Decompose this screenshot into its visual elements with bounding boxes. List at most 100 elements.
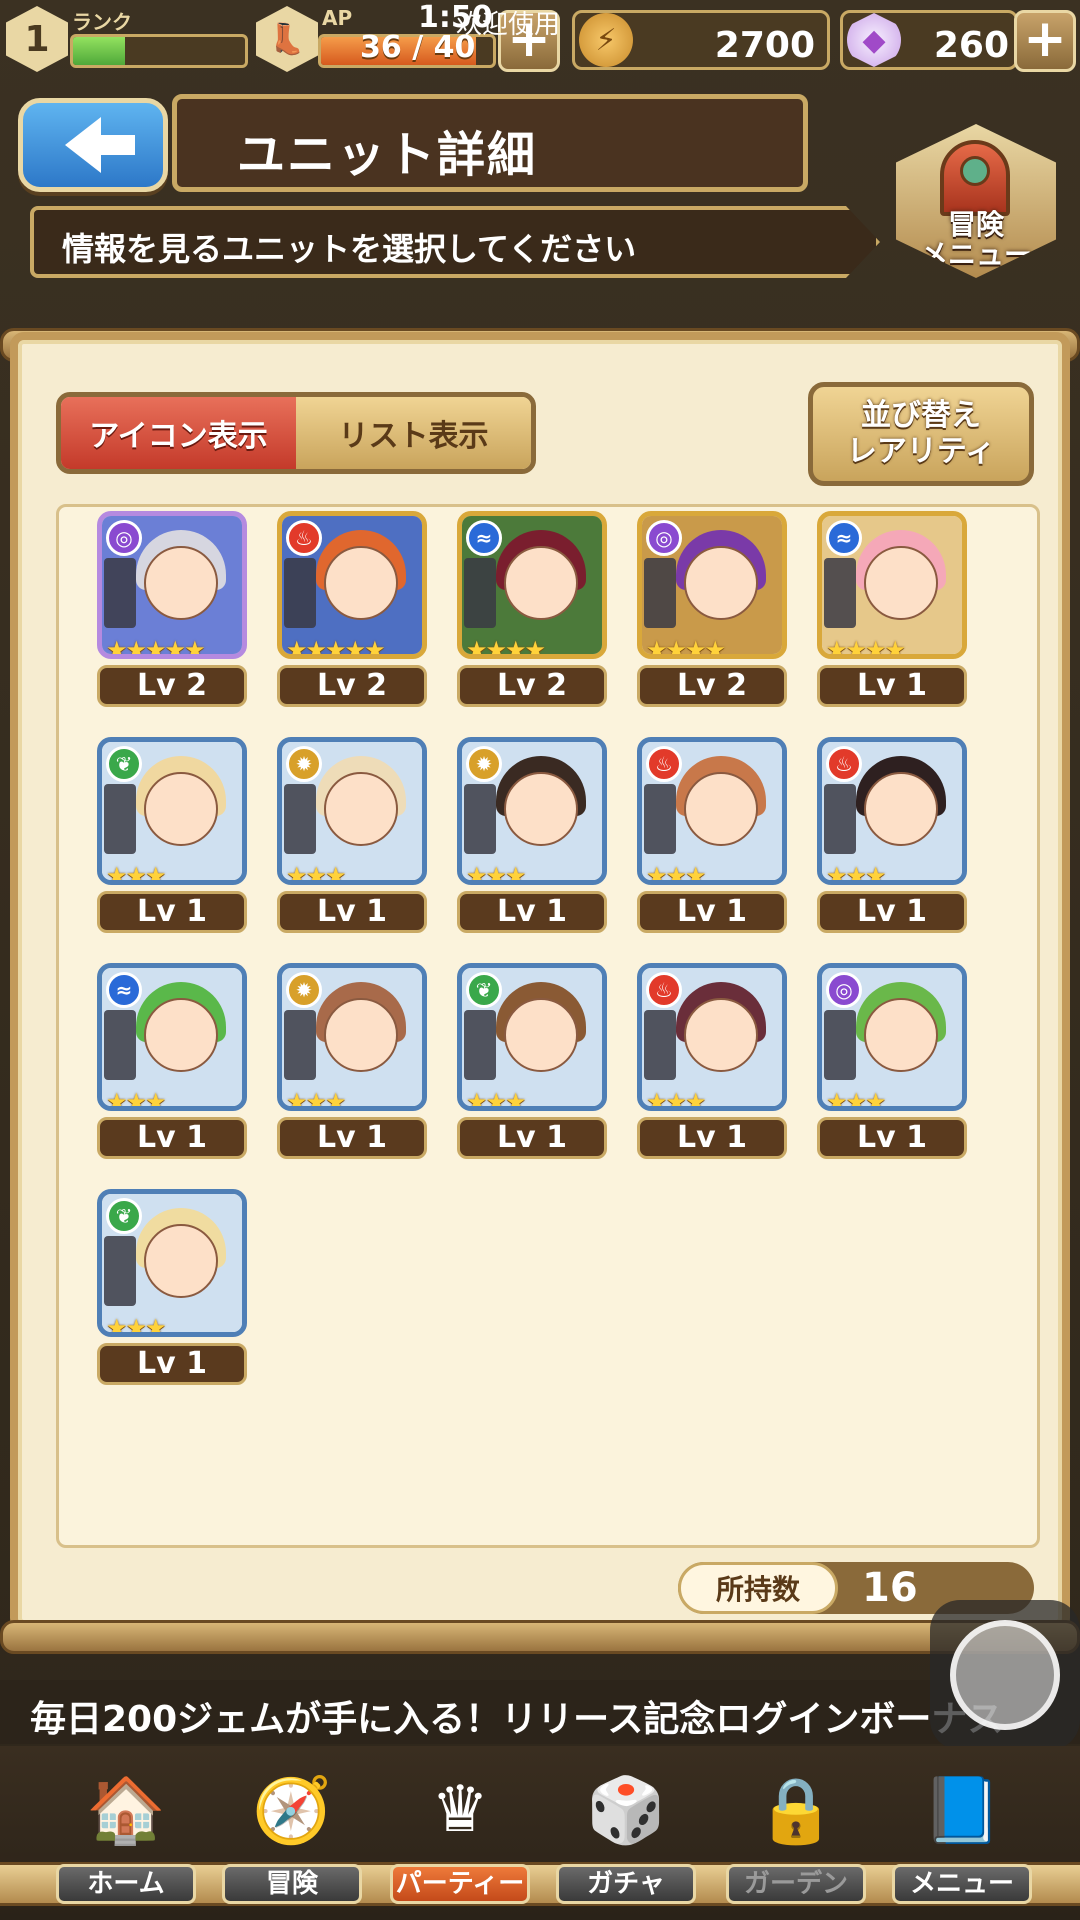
unit-card[interactable]: ♨ ★★★ Lv 1: [637, 963, 787, 1159]
owned-count-label: 所持数: [678, 1562, 838, 1614]
rarity-stars: ★★★: [106, 1088, 167, 1111]
unit-portrait: ≈ ★★★★: [817, 511, 967, 659]
unit-card[interactable]: ◎ ★★★★ Lv 2: [637, 511, 787, 707]
weapon-type-icon: [644, 1010, 676, 1080]
unit-level: Lv 1: [97, 1343, 247, 1385]
unit-card[interactable]: ◎ ★★★ Lv 1: [817, 963, 967, 1159]
back-button[interactable]: [18, 98, 168, 192]
character-face: [684, 772, 758, 846]
unit-level: Lv 1: [97, 1117, 247, 1159]
adventure-menu-button[interactable]: 冒険 メニュー: [896, 124, 1056, 278]
nav-item-5[interactable]: 📘 メニュー: [882, 1746, 1042, 1920]
door-window: [960, 156, 990, 186]
gem-add-button[interactable]: +: [1014, 10, 1076, 72]
gem-amount: 260: [933, 25, 1009, 66]
ap-boot-icon: 👢: [256, 6, 318, 72]
weapon-type-icon: [104, 784, 136, 854]
rarity-stars: ★★★: [106, 862, 167, 885]
gem-icon: ◆: [847, 13, 901, 67]
character-face: [504, 998, 578, 1072]
rarity-stars: ★★★★: [646, 636, 726, 659]
character-face: [864, 546, 938, 620]
character-face: [144, 998, 218, 1072]
unit-card[interactable]: ♨ ★★★★★ Lv 2: [277, 511, 427, 707]
ap-label: AP: [322, 6, 353, 30]
unit-panel: アイコン表示 リスト表示 並び替え レアリティ ◎ ★★★★★ Lv 2 ♨ ★★★★★…: [10, 332, 1070, 1632]
nav-item-1[interactable]: 🧭 冒険: [212, 1746, 372, 1920]
nav-label: ガーデン: [726, 1864, 866, 1904]
sort-button[interactable]: 並び替え レアリティ: [808, 382, 1034, 486]
unit-portrait: ◎ ★★★★★: [97, 511, 247, 659]
wind-element-icon: ❦: [466, 972, 502, 1008]
unit-card[interactable]: ♨ ★★★ Lv 1: [637, 737, 787, 933]
unit-level: Lv 1: [637, 1117, 787, 1159]
tab-icon-view[interactable]: アイコン表示: [61, 397, 296, 469]
unit-card[interactable]: ◎ ★★★★★ Lv 2: [97, 511, 247, 707]
unit-card[interactable]: ≈ ★★★ Lv 1: [97, 963, 247, 1159]
unit-portrait: ✹ ★★★: [277, 737, 427, 885]
rarity-stars: ★★★: [826, 1088, 887, 1111]
ticker-text: 毎日200ジェムが手に入る！リリース記念ログインボーナス: [30, 1699, 1004, 1740]
unit-card[interactable]: ✹ ★★★ Lv 1: [277, 737, 427, 933]
back-arrow-icon: [65, 117, 135, 173]
unit-card[interactable]: ❦ ★★★ Lv 1: [457, 963, 607, 1159]
rarity-stars: ★★★: [466, 862, 527, 885]
weapon-type-icon: [464, 784, 496, 854]
unit-level: Lv 1: [817, 665, 967, 707]
instruction-plate: 情報を見るユニットを選択してください: [30, 206, 880, 278]
nav-label: ガチャ: [556, 1864, 696, 1904]
character-face: [684, 546, 758, 620]
nav-item-4[interactable]: 🔒 ガーデン: [716, 1746, 876, 1920]
dark-element-icon: ◎: [106, 520, 142, 556]
fire-element-icon: ♨: [646, 972, 682, 1008]
unit-card[interactable]: ❦ ★★★ Lv 1: [97, 737, 247, 933]
dark-element-icon: ◎: [826, 972, 862, 1008]
rank-badge: 1: [6, 6, 68, 72]
character-face: [504, 772, 578, 846]
rarity-stars: ★★★: [646, 1088, 707, 1111]
unit-card[interactable]: ✹ ★★★ Lv 1: [457, 737, 607, 933]
unit-portrait: ❦ ★★★: [457, 963, 607, 1111]
adventure-icon: 🧭: [252, 1773, 332, 1848]
nav-item-3[interactable]: 🎲 ガチャ: [546, 1746, 706, 1920]
nav-label: パーティー: [390, 1864, 530, 1904]
bottom-nav: 🏠 ホーム 🧭 冒険 ♛ パーティー 🎲 ガチャ 🔒 ガーデン 📘 メニュー: [0, 1746, 1080, 1920]
weapon-type-icon: [284, 1010, 316, 1080]
page-title: ユニット詳細: [237, 127, 538, 183]
unit-level: Lv 1: [817, 891, 967, 933]
character-face: [144, 1224, 218, 1298]
dark-element-icon: ◎: [646, 520, 682, 556]
news-ticker[interactable]: 毎日200ジェムが手に入る！リリース記念ログインボーナス: [0, 1680, 1080, 1744]
rarity-stars: ★★★: [286, 1088, 347, 1111]
weapon-type-icon: [824, 784, 856, 854]
unit-portrait: ♨ ★★★: [817, 737, 967, 885]
unit-card[interactable]: ≈ ★★★★ Lv 1: [817, 511, 967, 707]
fire-element-icon: ♨: [646, 746, 682, 782]
rarity-stars: ★★★: [826, 862, 887, 885]
light-element-icon: ✹: [286, 746, 322, 782]
character-face: [864, 998, 938, 1072]
coin-amount: 2700: [714, 25, 815, 66]
unit-card[interactable]: ✹ ★★★ Lv 1: [277, 963, 427, 1159]
nav-label: メニュー: [892, 1864, 1032, 1904]
unit-card[interactable]: ❦ ★★★ Lv 1: [97, 1189, 247, 1385]
assist-circle-icon: [950, 1620, 1060, 1730]
unit-level: Lv 2: [637, 665, 787, 707]
unit-level: Lv 1: [97, 891, 247, 933]
floating-assist-button[interactable]: [930, 1600, 1080, 1750]
unit-card[interactable]: ≈ ★★★★ Lv 2: [457, 511, 607, 707]
nav-item-2[interactable]: ♛ パーティー: [380, 1746, 540, 1920]
coin-icon: ⚡: [579, 13, 633, 67]
rarity-stars: ★★★: [286, 862, 347, 885]
unit-portrait: ♨ ★★★: [637, 963, 787, 1111]
unit-card[interactable]: ♨ ★★★ Lv 1: [817, 737, 967, 933]
unit-portrait: ◎ ★★★★: [637, 511, 787, 659]
party-icon: ♛: [431, 1773, 489, 1847]
coin-counter: ⚡ 2700: [572, 10, 830, 70]
nav-item-0[interactable]: 🏠 ホーム: [46, 1746, 206, 1920]
weapon-type-icon: [284, 558, 316, 628]
tab-list-view[interactable]: リスト表示: [296, 397, 531, 469]
rarity-stars: ★★★★★: [286, 636, 386, 659]
weapon-type-icon: [104, 558, 136, 628]
weapon-type-icon: [644, 558, 676, 628]
